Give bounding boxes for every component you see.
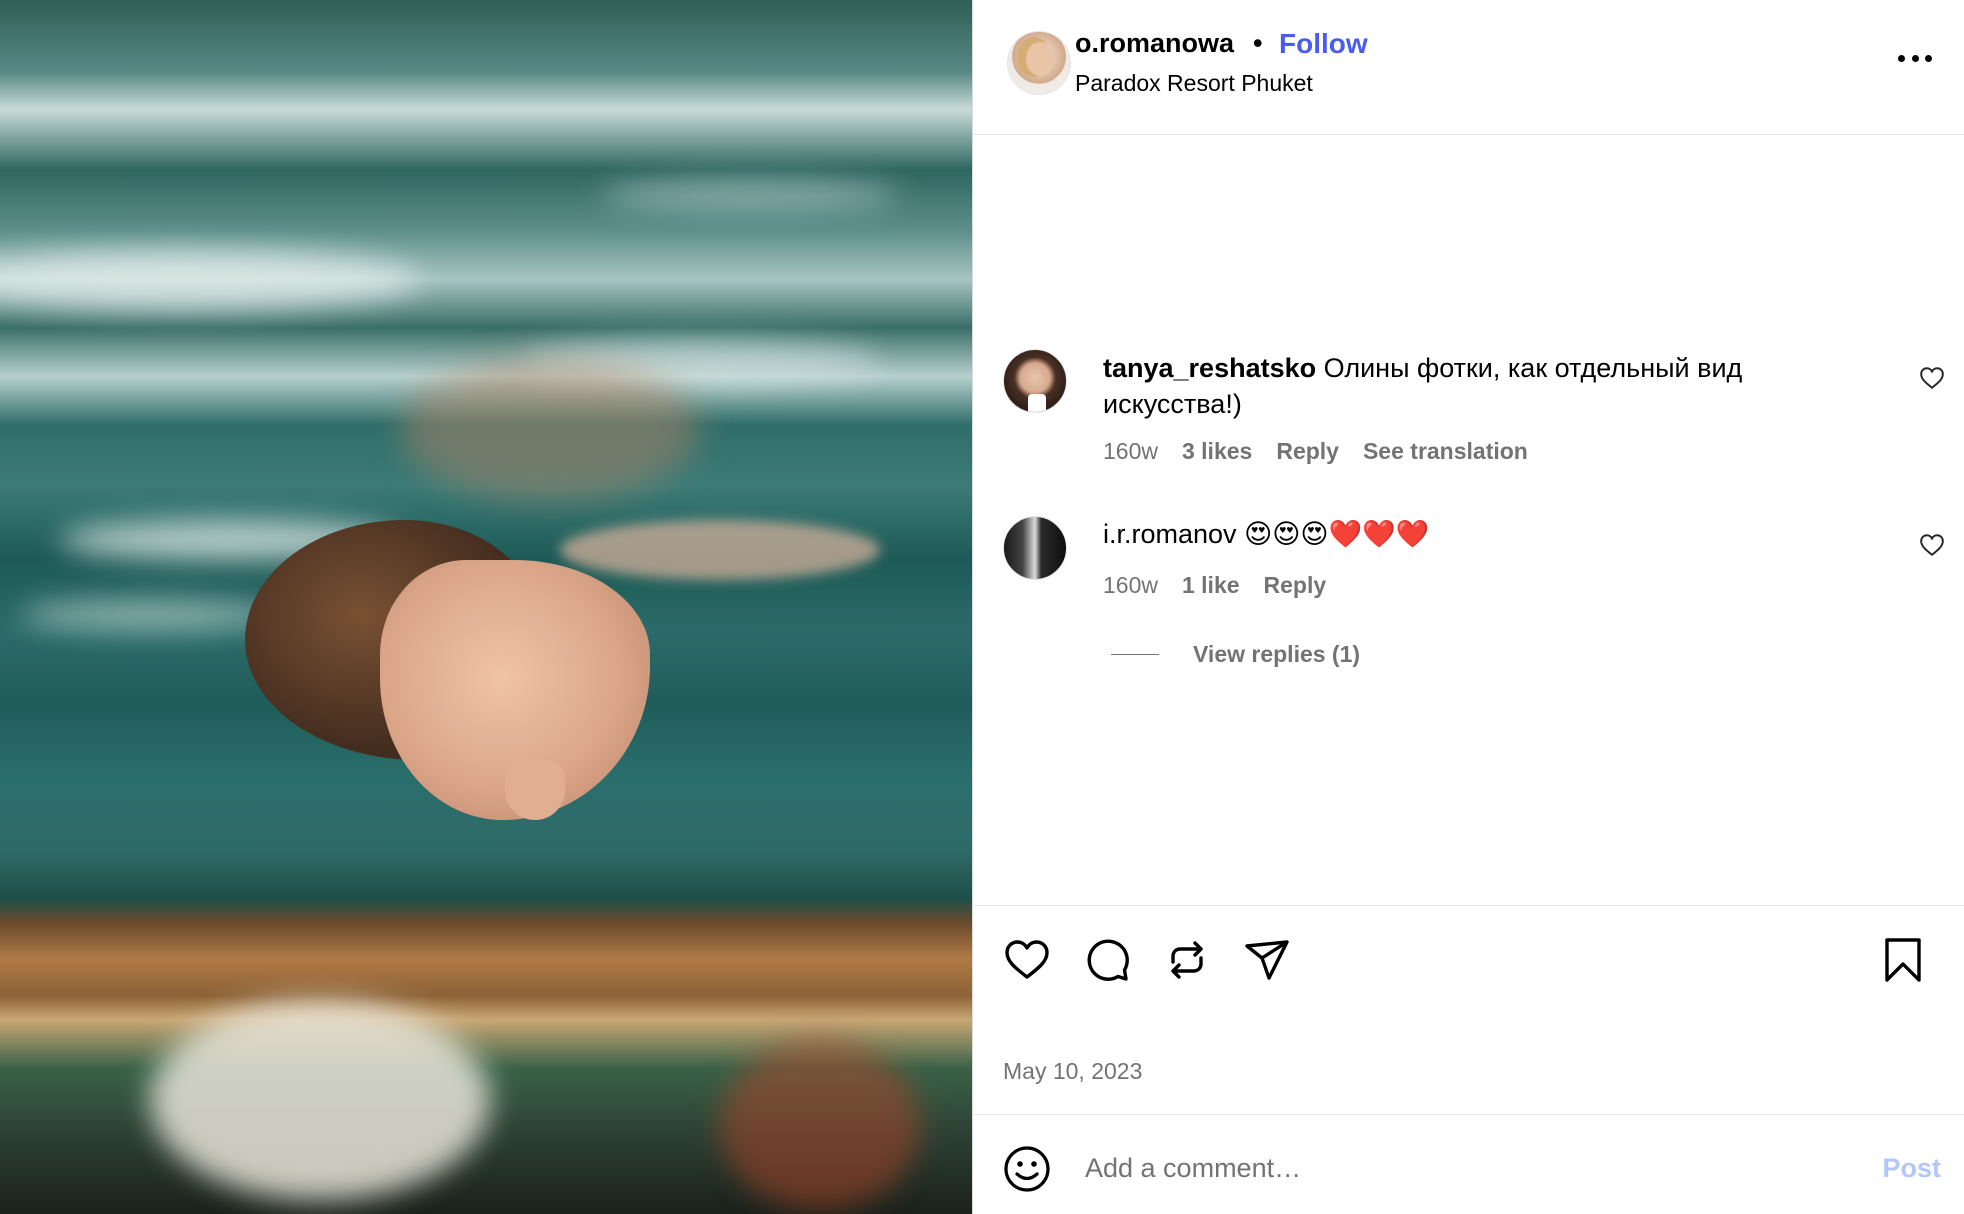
- comment-username[interactable]: tanya_reshatsko: [1103, 353, 1316, 383]
- water-highlight: [600, 180, 900, 210]
- background-blur: [150, 1000, 490, 1200]
- more-options-icon[interactable]: [1898, 52, 1932, 64]
- comment-time[interactable]: 160w: [1103, 438, 1158, 465]
- view-replies-label: View replies (1): [1193, 641, 1361, 667]
- view-replies-button[interactable]: View replies (1): [1111, 641, 1360, 668]
- reply-button[interactable]: Reply: [1264, 572, 1327, 599]
- post-location[interactable]: Paradox Resort Phuket: [1075, 70, 1313, 97]
- comment-likes[interactable]: 1 like: [1182, 572, 1240, 599]
- post-sidebar: o.romanowa • Follow Paradox Resort Phuke…: [972, 0, 1964, 1214]
- author-username[interactable]: o.romanowa: [1075, 28, 1234, 59]
- post-date[interactable]: May 10, 2023: [1003, 1058, 1142, 1085]
- post-photo[interactable]: [0, 0, 972, 1214]
- see-translation-button[interactable]: See translation: [1363, 438, 1528, 465]
- like-icon[interactable]: [1003, 936, 1051, 984]
- comment-body: i.r.romanov 😍😍😍❤️❤️❤️: [1103, 516, 1429, 552]
- water-highlight: [0, 250, 420, 310]
- heart-icon[interactable]: [1919, 533, 1945, 557]
- follow-button[interactable]: Follow: [1279, 28, 1368, 60]
- comment-icon[interactable]: [1083, 936, 1131, 984]
- header-text: o.romanowa • Follow Paradox Resort Phuke…: [973, 0, 1964, 135]
- dot: [1925, 54, 1932, 62]
- separator-dot: •: [1253, 28, 1263, 58]
- post-header: o.romanowa • Follow Paradox Resort Phuke…: [973, 0, 1964, 135]
- comment-time[interactable]: 160w: [1103, 572, 1158, 599]
- comment-meta: 160w 3 likes Reply See translation: [1103, 438, 1528, 465]
- avatar[interactable]: [1003, 516, 1067, 580]
- heart-icon[interactable]: [1919, 366, 1945, 390]
- replies-divider: [1111, 654, 1159, 655]
- comment-input[interactable]: [1085, 1143, 1785, 1193]
- comment-username[interactable]: i.r.romanov: [1103, 519, 1237, 549]
- background-blur: [720, 1040, 920, 1210]
- repost-icon[interactable]: [1163, 936, 1211, 984]
- dot: [1911, 54, 1919, 62]
- comments-list[interactable]: tanya_reshatsko Олины фотки, как отдельн…: [973, 136, 1964, 904]
- share-icon[interactable]: [1243, 936, 1291, 984]
- comment-meta: 160w 1 like Reply: [1103, 572, 1326, 599]
- post-button[interactable]: Post: [1882, 1153, 1941, 1184]
- avatar[interactable]: [1003, 349, 1067, 413]
- post-actions: May 10, 2023: [973, 905, 1964, 1115]
- emoji-icon[interactable]: [1003, 1145, 1051, 1193]
- comment-body: tanya_reshatsko Олины фотки, как отдельн…: [1103, 350, 1843, 422]
- water-reflection: [400, 360, 700, 500]
- water-highlight: [20, 600, 280, 630]
- bookmark-icon[interactable]: [1879, 936, 1927, 984]
- comment-likes[interactable]: 3 likes: [1182, 438, 1252, 465]
- reply-button[interactable]: Reply: [1276, 438, 1339, 465]
- shoulder: [560, 520, 880, 580]
- comment-composer: Post: [973, 1114, 1964, 1214]
- post-viewer: o.romanowa • Follow Paradox Resort Phuke…: [0, 0, 1964, 1214]
- dot: [1898, 54, 1905, 62]
- nose: [505, 760, 565, 820]
- comment-text: 😍😍😍❤️❤️❤️: [1244, 519, 1430, 549]
